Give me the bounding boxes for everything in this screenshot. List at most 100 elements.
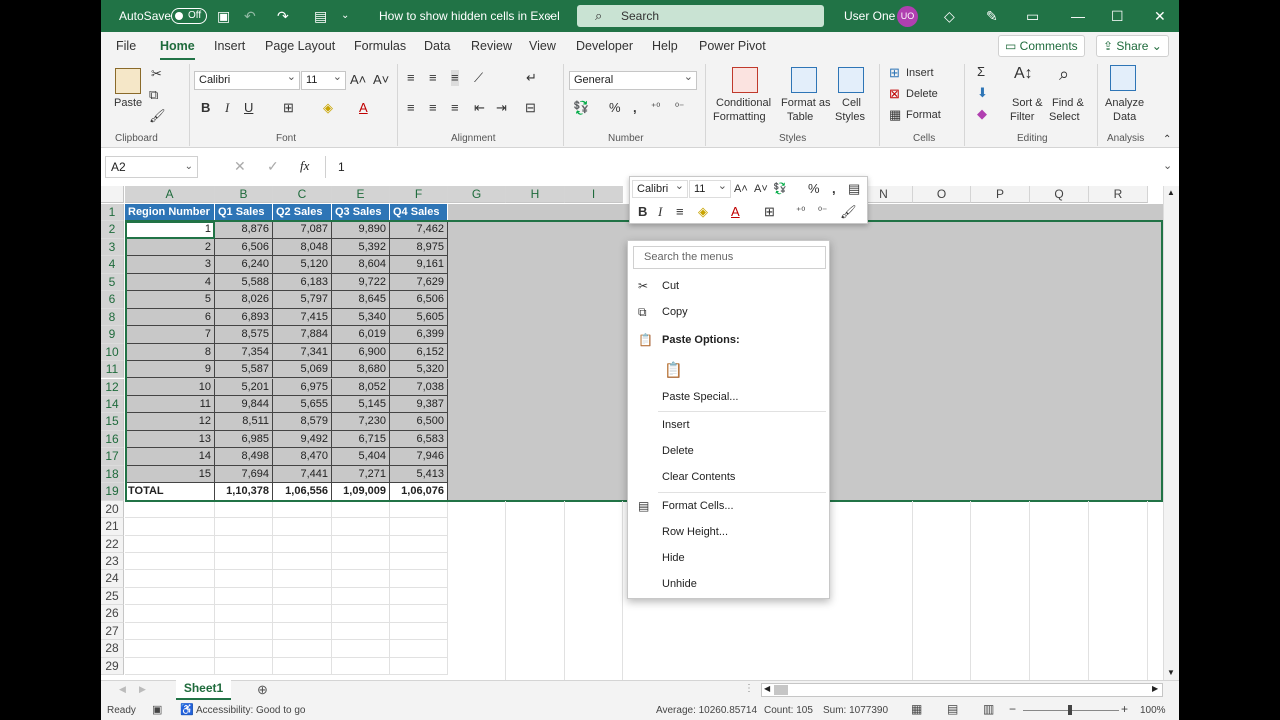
menu-search-input[interactable]: Search the menus <box>633 246 826 269</box>
empty-cell[interactable] <box>125 605 215 623</box>
format-as-table-label-2[interactable]: Table <box>787 110 813 124</box>
zoom-slider-thumb[interactable] <box>1068 705 1072 715</box>
column-header[interactable]: I <box>565 186 623 203</box>
menu-item-insert[interactable]: Insert <box>662 419 690 431</box>
row-header[interactable]: 11 <box>101 361 124 379</box>
font-size-select[interactable]: 11 <box>301 69 346 90</box>
format-cells-label[interactable]: Format <box>906 108 941 122</box>
menu-item-unhide[interactable]: Unhide <box>662 578 697 590</box>
merge-center-icon[interactable]: ⊟ <box>525 100 536 116</box>
analyze-data-label-1[interactable]: Analyze <box>1105 96 1144 110</box>
maximize-icon[interactable]: ☐ <box>1111 8 1124 24</box>
user-name[interactable]: User One <box>844 9 895 23</box>
empty-cell[interactable] <box>390 535 448 553</box>
empty-cell[interactable] <box>215 622 273 641</box>
row-header[interactable]: 18 <box>101 465 124 484</box>
normal-view-icon[interactable]: ▦ <box>911 702 922 716</box>
sheet-tab[interactable]: Sheet1 <box>176 680 231 700</box>
font-name-select[interactable]: Calibri <box>194 69 300 90</box>
sort-filter-label-1[interactable]: Sort & <box>1012 96 1043 110</box>
column-header[interactable]: O <box>913 186 971 203</box>
collapse-ribbon-icon[interactable]: ⌃ <box>1163 132 1171 148</box>
empty-cell[interactable] <box>390 622 448 641</box>
row-header[interactable]: 22 <box>101 535 124 553</box>
grow-font-icon[interactable]: A˄ <box>350 72 366 88</box>
empty-cell[interactable] <box>332 570 390 588</box>
align-left-icon[interactable]: ≡ <box>407 100 415 116</box>
scroll-up-icon[interactable]: ▲ <box>1167 188 1175 197</box>
orientation-icon[interactable]: ⟋ <box>474 70 483 86</box>
page-layout-view-icon[interactable]: ▤ <box>947 702 958 716</box>
menu-item-paste-special[interactable]: Paste Special... <box>662 391 738 403</box>
share-button[interactable]: ⇪ Share ⌄ <box>1096 35 1169 57</box>
row-header[interactable]: 2 <box>101 221 124 239</box>
fill-icon[interactable]: ⬇ <box>977 85 988 101</box>
column-header[interactable]: G <box>448 186 506 203</box>
empty-cell[interactable] <box>273 570 332 588</box>
row-header[interactable]: 8 <box>101 308 124 327</box>
column-header[interactable]: C <box>273 186 332 203</box>
close-icon[interactable]: ✕ <box>1154 8 1166 24</box>
row-header[interactable]: 4 <box>101 256 124 274</box>
tab-data[interactable]: Data <box>424 39 450 53</box>
form-icon[interactable]: ▤ <box>314 8 327 24</box>
cell-styles-icon[interactable] <box>838 67 864 93</box>
empty-cell[interactable] <box>215 518 273 536</box>
empty-cell[interactable] <box>215 535 273 553</box>
scroll-right-icon[interactable]: ▶ <box>1152 684 1158 693</box>
select-all-corner[interactable] <box>101 186 124 203</box>
empty-cell[interactable] <box>390 500 448 519</box>
wrap-text-icon[interactable]: ↵ <box>526 70 537 86</box>
empty-cell[interactable] <box>390 570 448 588</box>
mini-increase-decimal-icon[interactable]: ⁺⁰ <box>796 204 805 220</box>
zoom-out-icon[interactable]: − <box>1009 702 1016 716</box>
diamond-icon[interactable]: ◇ <box>944 8 955 24</box>
status-count[interactable]: Count: 105 <box>764 705 813 716</box>
clear-icon[interactable]: ◆ <box>977 106 987 122</box>
format-painter-icon[interactable]: 🖌 <box>149 108 166 124</box>
empty-cell[interactable] <box>273 518 332 536</box>
empty-cell[interactable] <box>332 518 390 536</box>
mini-grow-font-icon[interactable]: A˄ <box>734 181 748 197</box>
search-box[interactable]: ⌕ Search <box>577 5 824 27</box>
row-header[interactable]: 15 <box>101 413 124 431</box>
table-header-cell[interactable]: Region Number <box>125 204 215 222</box>
cancel-icon[interactable]: ✕ <box>234 158 246 175</box>
scroll-thumb[interactable] <box>774 685 788 695</box>
zoom-level[interactable]: 100% <box>1140 705 1166 716</box>
mini-accounting-icon[interactable]: 💱 <box>773 181 787 197</box>
mini-format-cells-icon[interactable]: ▤ <box>848 181 860 197</box>
empty-cell[interactable] <box>273 535 332 553</box>
empty-cell[interactable] <box>332 553 390 571</box>
row-header[interactable]: 5 <box>101 273 124 292</box>
accounting-format-icon[interactable]: 💱 <box>573 100 589 116</box>
empty-cell[interactable] <box>125 640 215 658</box>
autosum-icon[interactable]: Σ <box>977 64 985 80</box>
align-bottom-icon[interactable]: ≡ <box>451 70 459 86</box>
row-header[interactable]: 9 <box>101 326 124 344</box>
ribbon-display-icon[interactable]: ▭ <box>1026 8 1039 24</box>
row-header[interactable]: 1 <box>101 204 124 222</box>
row-header[interactable]: 26 <box>101 605 124 623</box>
empty-cell[interactable] <box>215 657 273 676</box>
mini-font-name-select[interactable]: Calibri <box>632 178 688 198</box>
empty-cell[interactable] <box>390 657 448 676</box>
delete-cells-icon[interactable]: ⊠ <box>889 86 900 102</box>
menu-item-hide[interactable]: Hide <box>662 552 685 564</box>
empty-cell[interactable] <box>125 570 215 588</box>
mini-comma-icon[interactable]: , <box>832 181 836 197</box>
find-select-icon[interactable]: ⌕ <box>1059 65 1069 83</box>
name-box[interactable]: A2 ⌄ <box>105 156 198 178</box>
cell-styles-label-2[interactable]: Styles <box>835 110 865 124</box>
mini-font-size-select[interactable]: 11 <box>689 178 731 198</box>
fill-color-icon[interactable]: ◈ <box>323 100 333 116</box>
row-header[interactable]: 19 <box>101 483 124 501</box>
align-center-icon[interactable]: ≡ <box>429 100 437 116</box>
pen-icon[interactable]: ✎ <box>986 8 998 24</box>
mini-format-painter-icon[interactable]: 🖌 <box>840 204 857 220</box>
empty-cell[interactable] <box>215 587 273 606</box>
row-header[interactable]: 12 <box>101 378 124 396</box>
column-header[interactable]: H <box>506 186 565 203</box>
find-select-label-2[interactable]: Select <box>1049 110 1080 124</box>
menu-item-row-height[interactable]: Row Height... <box>662 526 728 538</box>
